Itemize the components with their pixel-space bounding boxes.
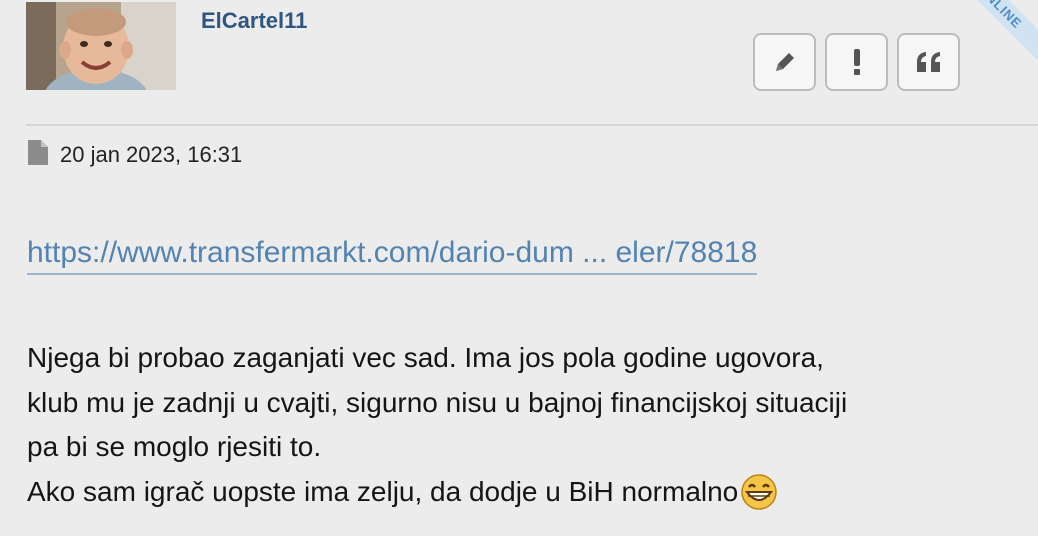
post-body-line: Ako sam igrač uopste ima zelju, da dodje… [27, 475, 739, 507]
post-date: 20 jan 2023, 16:31 [60, 142, 243, 167]
quote-button[interactable] [897, 33, 960, 91]
post-body-line: Njega bi probao zaganjati vec sad. Ima j… [27, 342, 824, 373]
post-actions [753, 33, 960, 91]
pencil-icon [772, 49, 798, 75]
exclamation-icon [850, 48, 864, 76]
edit-button[interactable] [753, 33, 816, 91]
post-body-last-line: Ako sam igrač uopste ima zelju, da dodje… [27, 470, 1037, 524]
report-button[interactable] [825, 33, 888, 91]
post-body-line: klub mu je zadnji u cvajti, sigurno nisu… [27, 386, 848, 418]
transfermarkt-link[interactable]: https://www.transfermarkt.com/dario-dum … [27, 236, 758, 275]
forum-post: ElCartel11 ONLINE 20 jan 2023, 16:31 htt… [0, 0, 1038, 536]
quote-icon [915, 50, 943, 74]
post-body: Njega bi probao zaganjati vec sad. Ima j… [27, 336, 1037, 523]
post-body-line: pa bi se moglo rjesiti to. [27, 431, 322, 462]
online-status-ribbon: ONLINE [963, 0, 1038, 72]
online-status-label: ONLINE [975, 0, 1026, 32]
post-meta: 20 jan 2023, 16:31 [28, 140, 242, 170]
grinning-face-emoji-icon [740, 473, 778, 524]
author-username[interactable]: ElCartel11 [201, 8, 307, 34]
header-divider [26, 124, 1038, 126]
avatar[interactable] [26, 2, 176, 90]
file-icon [28, 140, 48, 170]
